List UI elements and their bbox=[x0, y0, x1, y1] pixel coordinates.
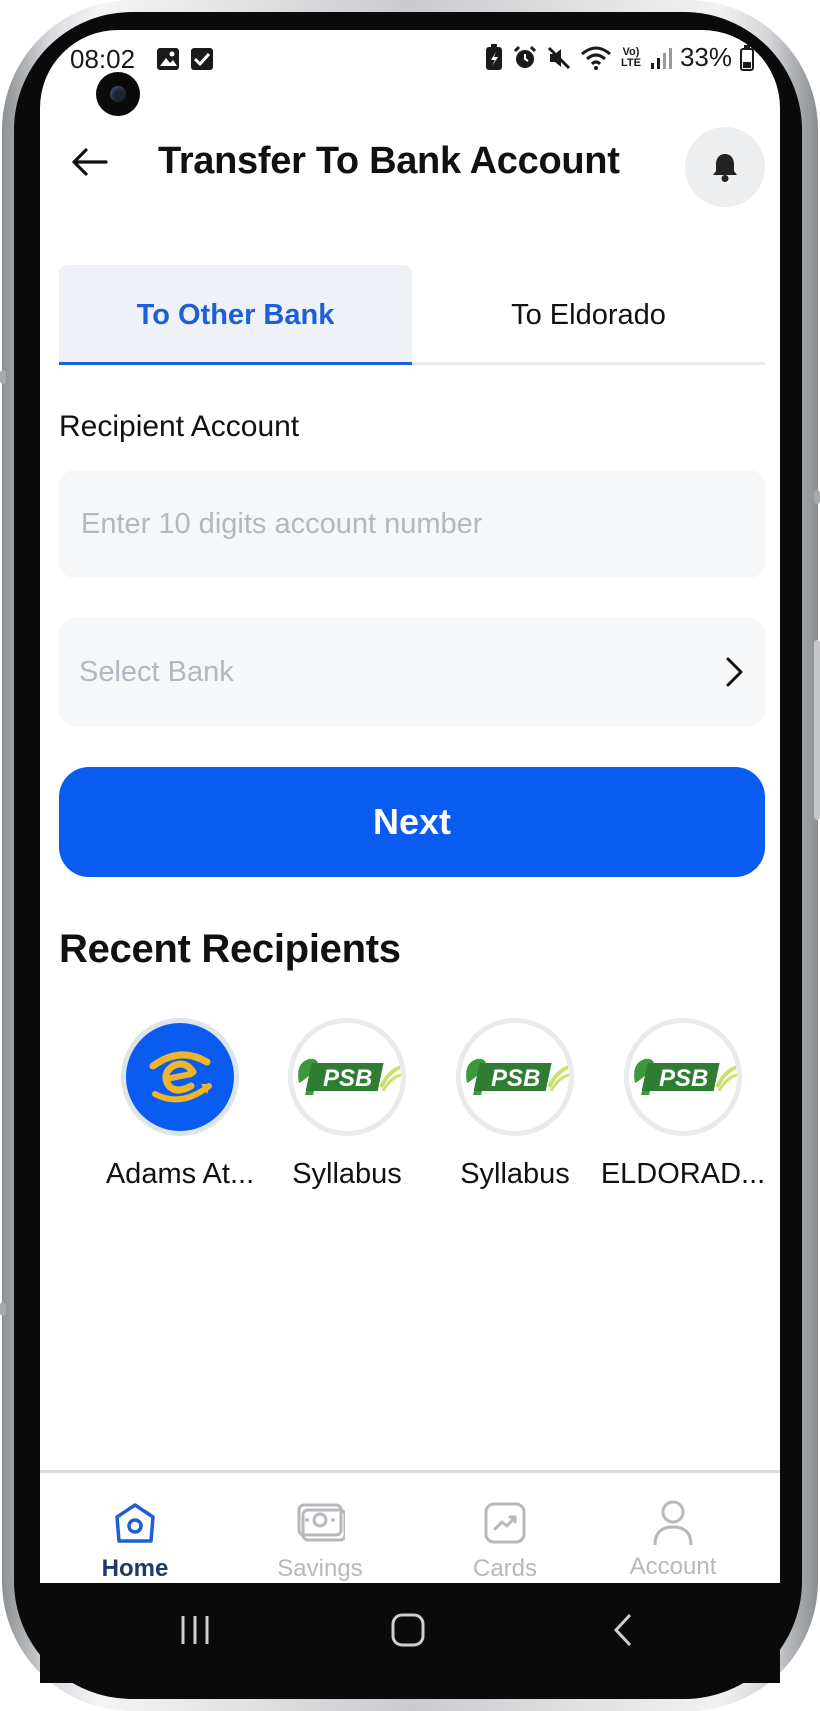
nav-home-label: Home bbox=[101, 1555, 169, 1582]
recipient-item[interactable]: PSB Syllabus bbox=[262, 1018, 432, 1191]
recent-apps-icon[interactable] bbox=[177, 1612, 213, 1648]
recipient-name: Adams At... bbox=[105, 1158, 255, 1190]
volume-button bbox=[814, 490, 820, 504]
9psb-logo: PSB bbox=[624, 1018, 742, 1136]
back-button[interactable] bbox=[70, 142, 110, 182]
battery-icon bbox=[740, 44, 754, 71]
recent-recipients-list: Adams At... PSB Syllabus PSB Syllabus PS… bbox=[40, 1018, 780, 1198]
nav-account-label: Account bbox=[629, 1553, 717, 1580]
recipient-account-label: Recipient Account bbox=[59, 410, 300, 443]
status-time: 08:02 bbox=[70, 44, 136, 74]
recipient-item[interactable]: Adams At... bbox=[95, 1018, 265, 1191]
tab-to-other-bank[interactable]: To Other Bank bbox=[59, 265, 412, 365]
home-system-icon[interactable] bbox=[390, 1612, 426, 1648]
signal-icon bbox=[650, 47, 672, 69]
select-bank-field[interactable]: Select Bank bbox=[59, 618, 765, 726]
nav-home[interactable]: Home bbox=[55, 1473, 215, 1583]
9psb-logo-text: PSB bbox=[491, 1065, 540, 1092]
recipient-name: Syllabus bbox=[292, 1158, 402, 1190]
side-button bbox=[0, 370, 6, 384]
account-number-field bbox=[59, 470, 765, 578]
mute-icon bbox=[547, 46, 571, 69]
recipient-name: ELDORAD... bbox=[600, 1158, 766, 1190]
nav-cards-label: Cards bbox=[472, 1555, 538, 1582]
arrow-left-icon bbox=[72, 148, 108, 176]
side-button bbox=[0, 1302, 6, 1316]
nav-cards[interactable]: Cards bbox=[425, 1473, 585, 1583]
checkbox-notification-icon bbox=[190, 47, 214, 76]
home-icon bbox=[115, 1503, 155, 1543]
back-system-icon[interactable] bbox=[606, 1612, 642, 1648]
account-number-input[interactable] bbox=[81, 507, 765, 541]
bell-icon bbox=[713, 154, 737, 182]
notifications-button[interactable] bbox=[685, 127, 765, 207]
recipient-item[interactable]: PSB Syllabus bbox=[430, 1018, 600, 1191]
recent-recipients-title: Recent Recipients bbox=[59, 927, 401, 971]
cards-icon bbox=[484, 1502, 526, 1544]
wifi-icon bbox=[580, 46, 611, 70]
status-bar: 08:02 Vo) LTE 33% bbox=[40, 30, 780, 90]
page-title: Transfer To Bank Account bbox=[158, 140, 620, 182]
select-bank-placeholder: Select Bank bbox=[79, 655, 234, 688]
volte-label: Vo) LTE bbox=[620, 45, 641, 69]
nav-savings-label: Savings bbox=[277, 1555, 363, 1582]
tab-to-eldorado[interactable]: To Eldorado bbox=[412, 265, 765, 365]
next-button[interactable]: Next bbox=[59, 767, 765, 877]
savings-icon bbox=[297, 1503, 345, 1542]
front-camera bbox=[96, 72, 140, 116]
eldorado-logo bbox=[121, 1018, 239, 1136]
battery-percentage: 33% bbox=[679, 42, 732, 72]
9psb-logo-text: PSB bbox=[659, 1065, 708, 1092]
app-screen: 08:02 Vo) LTE 33% Transfer To Bank Accou… bbox=[40, 30, 780, 1583]
9psb-logo: PSB bbox=[456, 1018, 574, 1136]
battery-saver-icon bbox=[485, 43, 502, 70]
transfer-tabs: To Other Bank To Eldorado bbox=[59, 265, 765, 365]
recipient-item[interactable]: PSB ELDORAD... bbox=[598, 1018, 768, 1191]
chevron-right-icon bbox=[726, 657, 743, 687]
recipient-name: Syllabus bbox=[460, 1158, 570, 1190]
9psb-logo-text: PSB bbox=[323, 1065, 372, 1092]
alarm-icon bbox=[513, 45, 537, 68]
power-button bbox=[814, 640, 820, 820]
nav-account[interactable]: Account bbox=[593, 1473, 753, 1581]
gallery-icon bbox=[156, 47, 180, 76]
status-icons: Vo) LTE 33% bbox=[484, 42, 754, 73]
bottom-navigation: Home Savings Cards Account bbox=[40, 1470, 780, 1583]
account-icon bbox=[653, 1500, 693, 1546]
9psb-logo: PSB bbox=[288, 1018, 406, 1136]
nav-savings[interactable]: Savings bbox=[240, 1473, 400, 1583]
